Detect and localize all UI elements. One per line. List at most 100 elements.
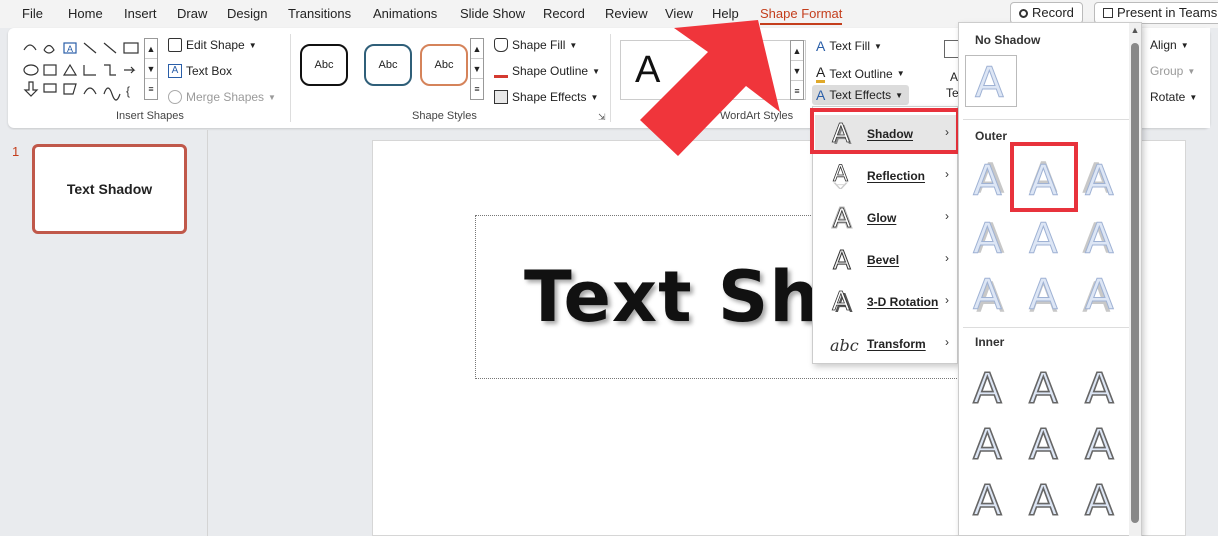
shape-effects-icon: [494, 90, 508, 104]
text-fill-icon: A: [816, 38, 826, 54]
shadow-option-inner[interactable]: A: [1021, 419, 1069, 467]
menu-item-label: 3-D Rotation: [867, 295, 939, 309]
text-effects-label: Text Effects: [829, 88, 892, 102]
svg-text:abc: abc: [830, 336, 859, 355]
svg-text:A: A: [973, 215, 1002, 259]
chevron-right-icon: ›: [945, 335, 949, 349]
chevron-down-icon: ▼: [268, 92, 276, 102]
shadow-option-outer[interactable]: AA: [965, 213, 1013, 261]
tab-record[interactable]: Record: [543, 6, 585, 21]
shape-styles-group-label: Shape Styles: [412, 110, 477, 122]
tab-home[interactable]: Home: [68, 6, 103, 21]
shadow-option-inner[interactable]: A: [965, 363, 1013, 411]
tab-view[interactable]: View: [665, 6, 693, 21]
glow-a-icon: AA: [827, 203, 861, 233]
shadow-option-inner[interactable]: A: [1077, 475, 1125, 523]
shadow-option-inner[interactable]: A: [1077, 419, 1125, 467]
merge-shapes-button[interactable]: Merge Shapes ▼: [168, 90, 276, 104]
chevron-right-icon: ›: [945, 209, 949, 223]
shape-style-black[interactable]: Abc: [300, 44, 348, 86]
menu-item-bevel[interactable]: A Bevel ›: [815, 241, 957, 279]
menu-item-transform[interactable]: abc Transform ›: [815, 325, 957, 363]
menu-item-reflection[interactable]: AA Reflection ›: [815, 157, 957, 195]
tab-slide-show[interactable]: Slide Show: [460, 6, 525, 21]
menu-item-3d-rotation[interactable]: AA 3-D Rotation ›: [815, 283, 957, 321]
menu-item-label: Bevel: [867, 253, 900, 267]
group-button[interactable]: Group ▼: [1150, 64, 1195, 78]
shape-style-blue[interactable]: Abc: [364, 44, 412, 86]
align-button[interactable]: Align ▼: [1150, 38, 1189, 52]
tab-insert[interactable]: Insert: [124, 6, 157, 21]
shape-fill-button[interactable]: Shape Fill ▼: [494, 38, 577, 52]
record-button[interactable]: Record: [1010, 2, 1083, 24]
shadow-option-inner[interactable]: A: [1021, 363, 1069, 411]
tab-animations[interactable]: Animations: [373, 6, 437, 21]
text-effects-button[interactable]: A Text Effects ▼: [812, 85, 910, 105]
shadow-option-outer[interactable]: AA: [1021, 269, 1069, 317]
red-arrow-annotation: [640, 20, 780, 156]
svg-text:A: A: [1085, 271, 1114, 315]
shadow-option-outer[interactable]: AA: [965, 155, 1013, 203]
glyph-a-icon: A: [1028, 477, 1059, 521]
shape-outline-button[interactable]: Shape Outline ▼: [494, 64, 600, 78]
slide-thumbnail-text: Text Shadow: [66, 181, 153, 197]
shadow-option-inner[interactable]: A: [965, 419, 1013, 467]
chevron-down-icon: ▼: [896, 69, 905, 78]
present-in-teams-button[interactable]: Present in Teams: [1094, 2, 1218, 24]
edit-shape-button[interactable]: Edit Shape ▼: [168, 38, 257, 52]
gallery-scrollbar[interactable]: ▲: [1129, 23, 1141, 536]
shapes-scroll[interactable]: ▲ ▼ ≡: [144, 38, 158, 100]
glyph-a-icon: AA: [1029, 271, 1059, 315]
shadow-option-outer[interactable]: AA: [1077, 155, 1125, 203]
tab-design[interactable]: Design: [227, 6, 267, 21]
shadow-option-inner[interactable]: A: [965, 475, 1013, 523]
glyph-a-icon: AA: [1082, 215, 1115, 259]
svg-text:A: A: [1085, 157, 1114, 201]
glyph-a-icon: AA: [1029, 215, 1059, 259]
chevron-right-icon: ›: [945, 167, 949, 181]
svg-text:A: A: [973, 365, 1002, 409]
tab-file[interactable]: File: [22, 6, 43, 21]
tab-review[interactable]: Review: [605, 6, 648, 21]
record-dot-icon: [1019, 9, 1028, 18]
glyph-a-icon: A: [1084, 477, 1115, 521]
svg-text:A: A: [1085, 215, 1114, 259]
glyph-a-icon: AA: [973, 271, 1006, 315]
rotate-label: Rotate: [1150, 90, 1186, 104]
shadow-option-outer[interactable]: AA: [1077, 213, 1125, 261]
glyph-a-icon: A: [972, 421, 1003, 465]
outer-heading: Outer: [975, 129, 1008, 143]
text-box-button[interactable]: A Text Box: [168, 64, 232, 78]
text-fill-button[interactable]: A Text Fill ▼: [816, 38, 882, 54]
svg-text:A: A: [975, 59, 1004, 103]
shadow-option-inner[interactable]: A: [1021, 475, 1069, 523]
glyph-a-icon: A: [975, 59, 1005, 103]
shadow-option-outer[interactable]: AA: [1021, 213, 1069, 261]
group-label: Group: [1150, 64, 1184, 78]
svg-text:A: A: [832, 288, 850, 316]
tab-help[interactable]: Help: [712, 6, 739, 21]
scroll-up-icon[interactable]: ▲: [1129, 25, 1141, 37]
separator: [963, 327, 1129, 328]
paint-bucket-icon: [494, 38, 508, 52]
rotate-button[interactable]: Rotate ▼: [1150, 90, 1197, 104]
tab-draw[interactable]: Draw: [177, 6, 207, 21]
slide-thumbnail-1[interactable]: Text Shadow: [32, 144, 187, 234]
shadow-option-none[interactable]: A: [965, 55, 1017, 107]
slide-thumbnail-pane: 1 Text Shadow: [0, 130, 208, 536]
svg-text:A: A: [1085, 365, 1114, 409]
shadow-option-inner[interactable]: A: [1077, 363, 1125, 411]
chevron-down-icon: ▼: [592, 66, 600, 76]
shadow-option-outer[interactable]: AA: [1077, 269, 1125, 317]
teams-icon: [1103, 8, 1113, 18]
shadow-option-outer[interactable]: AA: [965, 269, 1013, 317]
shapes-gallery[interactable]: A {: [22, 40, 142, 102]
shape-effects-button[interactable]: Shape Effects ▼: [494, 90, 598, 104]
slide-number: 1: [12, 144, 20, 159]
tab-transitions[interactable]: Transitions: [288, 6, 351, 21]
text-outline-button[interactable]: A Text Outline ▼: [816, 64, 905, 83]
shape-style-orange[interactable]: Abc: [420, 44, 468, 86]
shape-styles-scroll[interactable]: ▲ ▼ ≡: [470, 38, 484, 100]
scrollbar-thumb[interactable]: [1131, 43, 1139, 523]
menu-item-glow[interactable]: AA Glow ›: [815, 199, 957, 237]
